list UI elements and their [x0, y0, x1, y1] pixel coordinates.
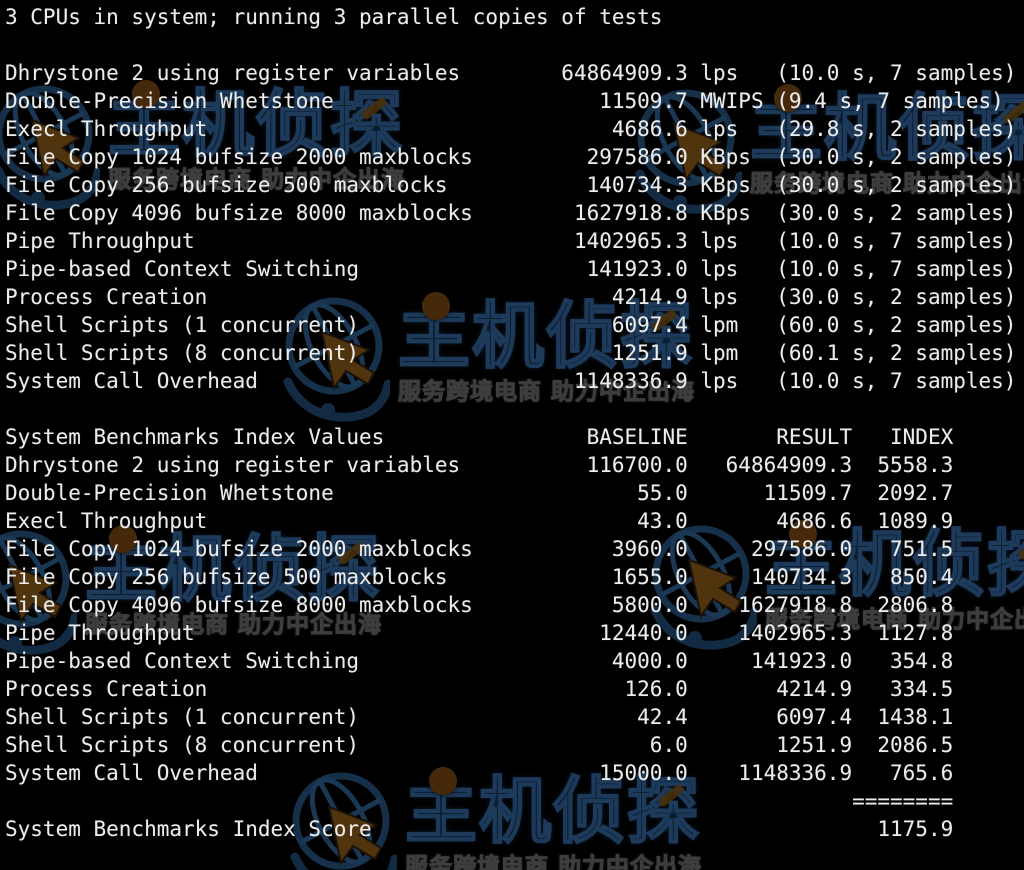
terminal-window: 主机侦探 服务跨境电商 助力中企出海 主机侦探 服务跨境电商 助力中企出海 主机侦探 服务… [0, 0, 1024, 870]
terminal-output: 3 CPUs in system; running 3 parallel cop… [5, 5, 1017, 841]
watermark-tagline: 服务跨境电商 助力中企出海 [404, 854, 703, 870]
